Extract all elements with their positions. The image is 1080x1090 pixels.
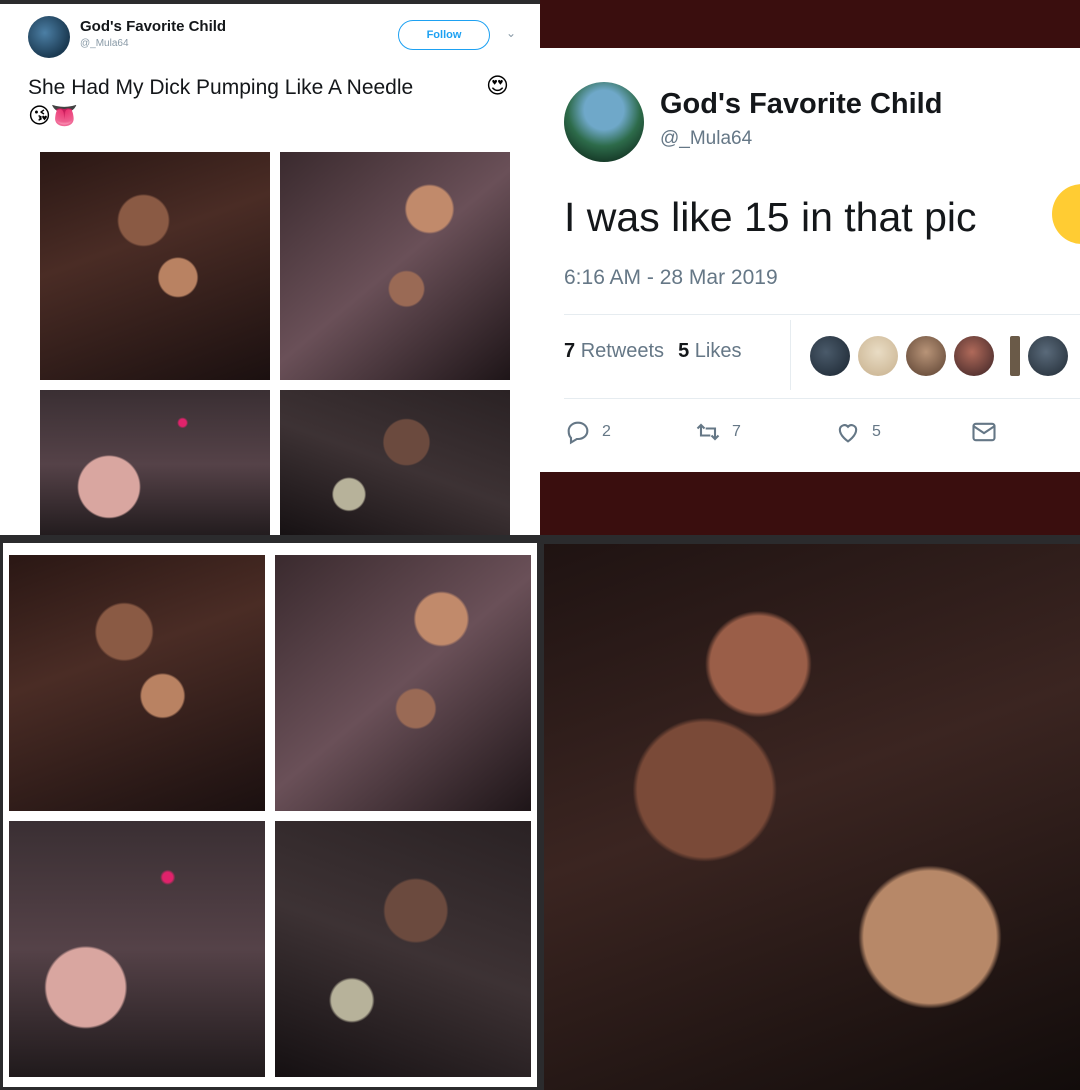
tweet-timestamp[interactable]: 6:16 AM - 28 Mar 2019 <box>564 266 778 290</box>
tweet-photo[interactable] <box>40 152 270 380</box>
avatar[interactable] <box>858 336 898 376</box>
divider <box>790 320 791 390</box>
tweet-author-name[interactable]: God's Favorite Child <box>660 88 942 121</box>
tweet-photo[interactable] <box>40 390 270 535</box>
divider <box>564 314 1080 315</box>
tweet-emoji: 😍 <box>486 73 509 98</box>
enlarged-photo[interactable] <box>544 544 1080 1090</box>
tweet-actions: 2 7 5 <box>564 418 1044 448</box>
photo-collage <box>0 540 540 1090</box>
follow-button[interactable]: Follow <box>398 20 490 50</box>
original-tweet-card: God's Favorite Child @_Mula64 Follow ⌄ S… <box>0 0 540 535</box>
divider <box>564 398 1080 399</box>
like-count: 5 <box>872 423 881 440</box>
avatar[interactable] <box>1010 336 1020 376</box>
collage-photo[interactable] <box>9 821 265 1077</box>
reply-icon <box>567 421 589 445</box>
avatar[interactable] <box>954 336 994 376</box>
like-button[interactable]: 5 <box>834 418 881 446</box>
avatar[interactable] <box>906 336 946 376</box>
liker-avatars <box>810 336 1068 376</box>
retweets-count: 7 <box>564 340 576 362</box>
retweets-stat[interactable]: 7 Retweets <box>564 340 664 363</box>
retweet-icon <box>696 423 720 441</box>
tweet-author-handle[interactable]: @_Mula64 <box>80 38 129 49</box>
engagement-stats: 7 Retweets 5 Likes <box>564 340 741 363</box>
avatar[interactable] <box>28 16 70 58</box>
likes-label: Likes <box>694 340 742 362</box>
collage-photo[interactable] <box>9 555 265 811</box>
collage-photo[interactable] <box>275 821 531 1077</box>
heart-icon <box>838 424 858 443</box>
collage-photo[interactable] <box>275 555 531 811</box>
likes-stat[interactable]: 5 Likes <box>678 340 741 363</box>
message-icon <box>972 422 996 442</box>
retweets-label: Retweets <box>580 340 665 362</box>
tweet-photo[interactable] <box>280 390 510 535</box>
emoji-icon <box>1052 184 1080 244</box>
direct-message-button[interactable] <box>970 418 998 446</box>
retweet-count: 7 <box>732 423 741 440</box>
tweet-photo[interactable] <box>280 152 510 380</box>
reply-button[interactable]: 2 <box>564 418 611 446</box>
reply-tweet-panel: God's Favorite Child @_Mula64 I was like… <box>540 0 1080 535</box>
reply-tweet-card: God's Favorite Child @_Mula64 I was like… <box>540 48 1080 472</box>
tweet-text: I was like 15 in that pic <box>564 194 977 240</box>
tweet-author-name[interactable]: God's Favorite Child <box>80 18 226 35</box>
avatar[interactable] <box>1028 336 1068 376</box>
avatar[interactable] <box>564 82 644 162</box>
reply-count: 2 <box>602 423 611 440</box>
tweet-emoji: 😘👅 <box>28 103 79 128</box>
tweet-text: She Had My Dick Pumping Like A Needle <box>28 76 414 99</box>
chevron-down-icon[interactable]: ⌄ <box>506 26 516 40</box>
retweet-button[interactable]: 7 <box>694 418 741 446</box>
avatar[interactable] <box>810 336 850 376</box>
likes-count: 5 <box>678 340 690 362</box>
tweet-author-handle[interactable]: @_Mula64 <box>660 128 752 150</box>
